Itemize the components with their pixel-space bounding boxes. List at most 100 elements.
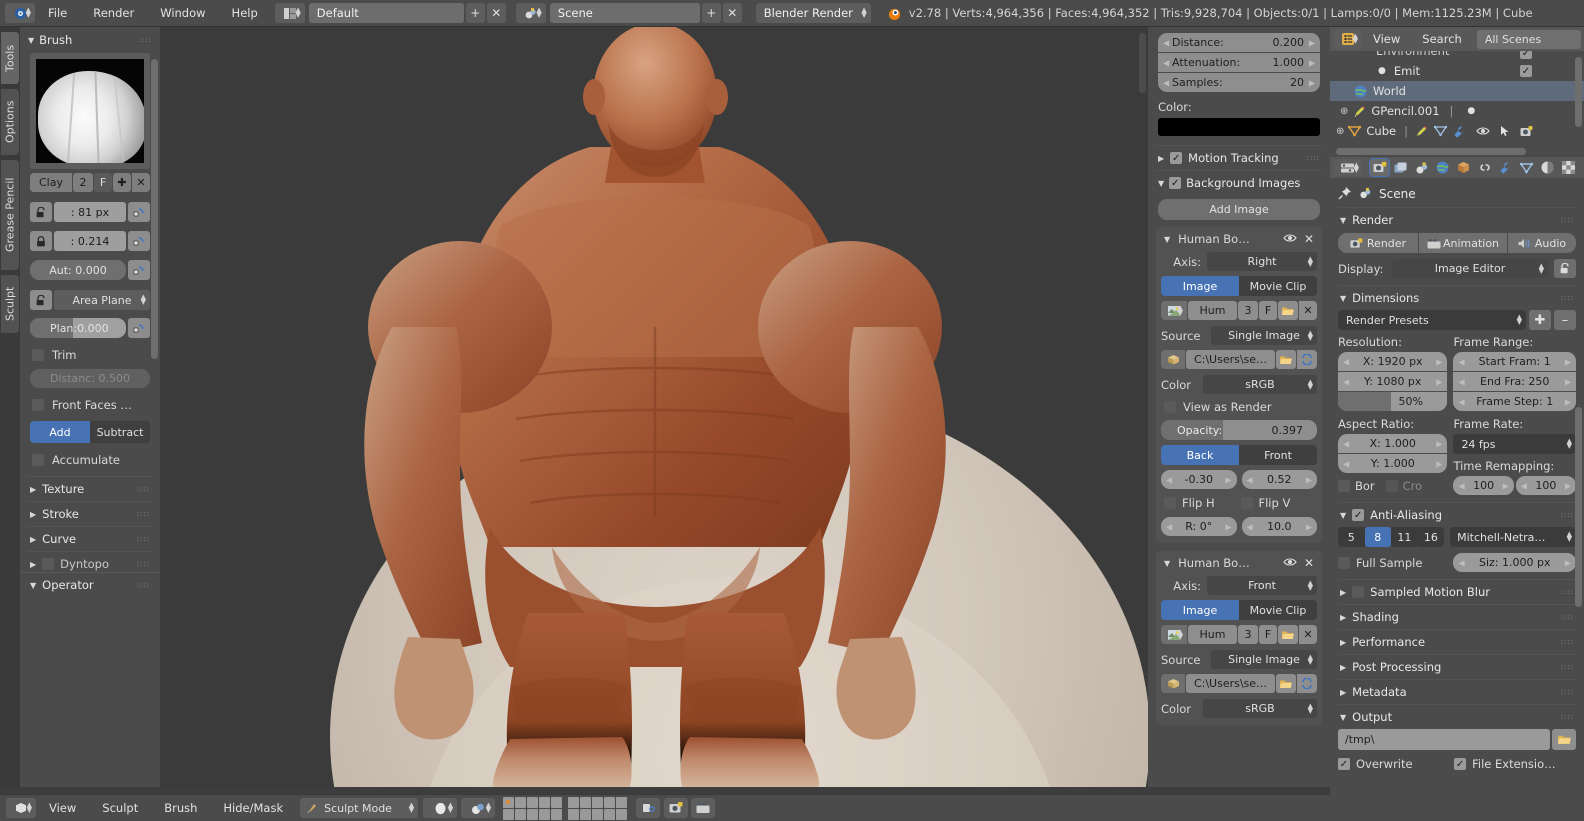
full-sample-checkbox[interactable]	[1338, 556, 1350, 569]
chevron-right-icon[interactable]: ▶	[1309, 58, 1315, 67]
layer-cell[interactable]	[616, 808, 628, 820]
bg1-offset-x-field[interactable]: ◀ -0.30 ▶	[1161, 470, 1237, 489]
chevron-left-icon[interactable]: ◀	[1458, 481, 1464, 490]
chevron-left-icon[interactable]: ◀	[1458, 377, 1464, 386]
brush-panel-header[interactable]: ▼ Brush ::::	[20, 27, 160, 51]
bg1-view-as-render-row[interactable]: View as Render	[1161, 400, 1317, 414]
layer-cell[interactable]	[580, 808, 592, 820]
panel-grip-icon[interactable]: ::::	[1561, 664, 1574, 671]
brush-preview[interactable]	[30, 53, 150, 169]
curve-panel-header[interactable]: ▶ Curve ::::	[20, 527, 160, 551]
pin-icon[interactable]	[1338, 186, 1352, 203]
autosmooth-field[interactable]: Aut: 0.000	[30, 260, 126, 280]
bg2-open-icon[interactable]	[1278, 625, 1298, 644]
chevron-left-icon[interactable]: ◀	[1166, 475, 1172, 484]
bg1-datablock-users[interactable]: 3	[1238, 301, 1258, 320]
add-preset-button[interactable]: ✚	[1529, 310, 1551, 330]
outliner-row-cube[interactable]: ⊕ Cube |	[1330, 121, 1584, 141]
scene-layers-grid-2[interactable]	[568, 796, 628, 820]
gpencil-icon[interactable]	[1415, 125, 1428, 138]
chevron-left-icon[interactable]: ◀	[1343, 377, 1349, 386]
bg1-file-browse-icon[interactable]	[1276, 350, 1296, 369]
chevron-left-icon[interactable]: ◀	[1163, 78, 1169, 87]
chevron-right-icon[interactable]: ▶	[1503, 481, 1509, 490]
panel-grip-icon[interactable]: ::::	[137, 582, 150, 589]
bg1-path-field[interactable]: C:\Users\se…	[1186, 350, 1275, 369]
chevron-right-icon[interactable]: ▶	[1436, 377, 1442, 386]
sampled-motion-blur-checkbox[interactable]	[1352, 586, 1365, 598]
layer-cell[interactable]	[527, 808, 539, 820]
render-still-button[interactable]: Render	[1338, 233, 1418, 253]
blender-logo-icon[interactable]: ▲ ▼	[5, 3, 35, 23]
output-path-browse-icon[interactable]	[1552, 729, 1576, 750]
tab-object[interactable]	[1454, 159, 1473, 176]
bg1-unlink-icon[interactable]: ✕	[1299, 301, 1317, 320]
tab-material[interactable]	[1538, 159, 1557, 176]
file-extension-checkbox[interactable]: ✓	[1454, 758, 1467, 770]
panel-grip-icon[interactable]: ::::	[139, 37, 152, 44]
outliner-display-mode-select[interactable]: All Scenes	[1476, 29, 1581, 49]
chevron-right-icon[interactable]: ▶	[1309, 78, 1315, 87]
mesh-data-icon[interactable]	[1433, 125, 1447, 137]
autosmooth-pressure-toggle[interactable]	[128, 260, 150, 280]
radius-pressure-toggle[interactable]	[128, 202, 150, 222]
chevron-left-icon[interactable]: ◀	[1458, 397, 1464, 406]
lock-camera-icon[interactable]	[636, 798, 661, 818]
plane-offset-field[interactable]: Plan:0.000	[30, 318, 126, 338]
chevron-right-icon[interactable]: ▶	[1436, 459, 1442, 468]
display-select[interactable]: Image Editor ▲ ▼	[1392, 259, 1548, 278]
tab-world[interactable]	[1433, 159, 1452, 176]
outliner-row-world[interactable]: World	[1330, 81, 1584, 101]
layer-cell[interactable]	[527, 796, 539, 808]
render-still-icon[interactable]	[664, 798, 689, 818]
bg1-flip-h-checkbox[interactable]	[1164, 497, 1176, 509]
panel-grip-icon[interactable]: ::::	[137, 561, 150, 568]
background-images-panel-header[interactable]: ▼ ✓ Background Images	[1148, 171, 1330, 195]
chevron-right-icon[interactable]: ▶	[1309, 38, 1315, 47]
trim-checkbox[interactable]	[32, 349, 44, 361]
chevron-left-icon[interactable]: ◀	[1458, 357, 1464, 366]
layer-cell[interactable]	[592, 808, 604, 820]
border-checkbox[interactable]	[1338, 480, 1350, 492]
accumulate-row[interactable]: Accumulate	[32, 453, 150, 467]
resolution-x-field[interactable]: ◀ X: 1920 px ▶	[1338, 352, 1448, 371]
chevron-left-icon[interactable]: ◀	[1247, 522, 1253, 531]
brush-unlink-button[interactable]: ✕	[132, 173, 150, 192]
layer-cell[interactable]	[580, 796, 592, 808]
tab-texture[interactable]	[1559, 159, 1578, 176]
bg1-flip-v-checkbox[interactable]	[1240, 497, 1253, 509]
aspect-y-field[interactable]: ◀ Y: 1.000 ▶	[1338, 454, 1448, 473]
chevron-left-icon[interactable]: ◀	[1247, 475, 1253, 484]
bg2-color-select[interactable]: sRGB ▲ ▼	[1203, 699, 1317, 718]
chevron-right-icon[interactable]: ▶	[1225, 475, 1231, 484]
matcap-select[interactable]: ▲ ▼	[461, 798, 496, 818]
chevron-left-icon[interactable]: ◀	[1166, 522, 1172, 531]
background-images-checkbox[interactable]: ✓	[1169, 177, 1182, 189]
editor-type-icon[interactable]: ▲ ▼	[6, 798, 36, 818]
plane-mode-select[interactable]: Area Plane ▲ ▼	[54, 290, 150, 310]
bg1-color-select[interactable]: sRGB ▲ ▼	[1203, 375, 1317, 394]
mode-select[interactable]: Sculpt Mode ▲ ▼	[300, 798, 419, 818]
aa-filter-select[interactable]: Mitchell-Netra… ▲ ▼	[1450, 527, 1576, 547]
bg1-size-field[interactable]: ◀ 10.0 ▶	[1241, 517, 1317, 536]
operator-panel-header[interactable]: ▼ Operator ::::	[20, 573, 160, 597]
bg1-image-button[interactable]: Image	[1161, 276, 1239, 296]
layer-cell[interactable]	[592, 796, 604, 808]
bg2-datablock-users[interactable]: 3	[1238, 625, 1258, 644]
brush-new-button[interactable]: ✚	[113, 173, 131, 192]
outliner-restrict-render-checkbox[interactable]: ✓	[1520, 51, 1532, 59]
output-path-field[interactable]: /tmp\	[1338, 729, 1550, 750]
aa-samples-5[interactable]: 5	[1338, 527, 1365, 547]
bg2-path-field[interactable]: C:\Users\se…	[1186, 674, 1275, 693]
antialiasing-checkbox[interactable]: ✓	[1352, 509, 1365, 521]
layer-cell[interactable]	[539, 808, 551, 820]
bg1-datablock-fake-user[interactable]: F	[1259, 301, 1277, 320]
overwrite-checkbox[interactable]: ✓	[1338, 758, 1350, 770]
render-animation-button[interactable]: Animation	[1419, 233, 1507, 253]
remap-old-field[interactable]: ◀ 100 ▶	[1453, 476, 1514, 495]
bg2-reload-icon[interactable]	[1297, 674, 1317, 693]
panel-grip-icon[interactable]: ::::	[137, 511, 150, 518]
bg2-pack-icon[interactable]	[1161, 674, 1185, 693]
bg2-header[interactable]: ▼ Human Bo… ✕	[1161, 556, 1317, 570]
chevron-right-icon[interactable]: ▶	[1436, 439, 1442, 448]
